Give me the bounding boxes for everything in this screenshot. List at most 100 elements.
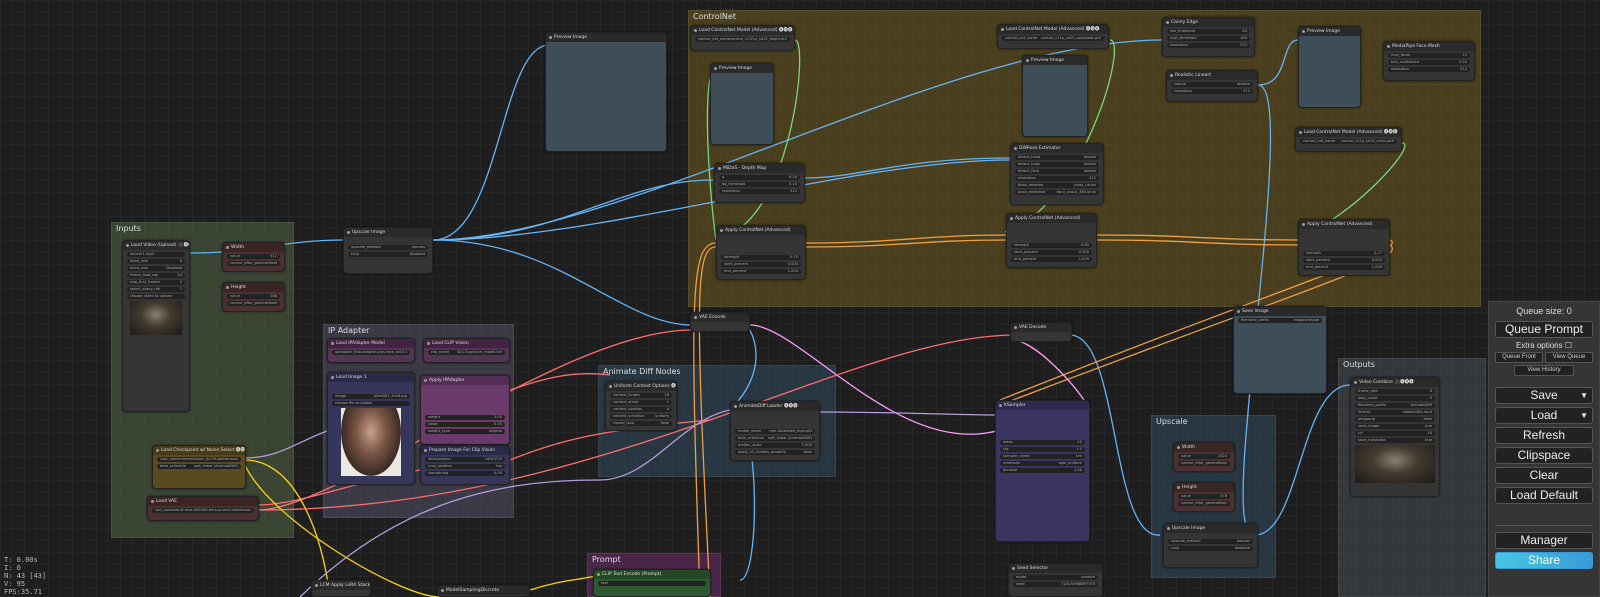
preview-depth-node[interactable]: Preview Image	[710, 63, 774, 145]
control-net-name-widget[interactable]: control_net_name control_v11p_sd15_openpo…	[1002, 36, 1104, 41]
load-button[interactable]: Load ▼	[1495, 407, 1593, 424]
pingpong-widget[interactable]: pingpong false	[1355, 417, 1435, 422]
context-stride-widget[interactable]: context_stride 1	[610, 400, 672, 405]
prepare-image-clip-node[interactable]: Prepare Image For Clip Vision interpolat…	[420, 445, 510, 485]
crop-position-widget[interactable]: crop_position top	[425, 464, 505, 469]
upload-video-button[interactable]: choose video to upload	[127, 294, 185, 299]
load-video-node[interactable]: Load Video (Upload) 🎥🅥🅗🅢 dancer1.mp4 for…	[122, 240, 190, 412]
comfy-menu-panel[interactable]: Queue size: 0 Queue Prompt Extra options…	[1488, 301, 1600, 597]
canny-edge-node[interactable]: Canny Edge low_threshold 64 high_threshol…	[1162, 17, 1255, 57]
resolution-widget[interactable]: resolution 512	[1167, 43, 1250, 48]
preview-canny-node[interactable]: Preview Image	[1298, 26, 1361, 108]
resolution-widget[interactable]: resolution 512	[1171, 89, 1253, 94]
dwpose-node[interactable]: DWPose Estimator detect_hand enable detec…	[1010, 143, 1104, 205]
control-net-name-widget[interactable]: control_net_name control_v11p_sd15_canny.…	[1300, 139, 1397, 144]
height-node[interactable]: Height value 288 control_after_generate fi…	[222, 282, 285, 312]
detect-body-widget[interactable]: detect_body enable	[1015, 162, 1099, 167]
noise-widget[interactable]: noise 0.33	[425, 422, 505, 427]
resolution-widget[interactable]: resolution 512	[719, 189, 800, 194]
load-image-node[interactable]: Load Image 1 image a0ee067_4x16.jpg choos…	[327, 372, 415, 485]
mode-widget[interactable]: mode random	[1013, 575, 1098, 580]
image-widget[interactable]: image a0ee067_4x16.jpg	[332, 394, 410, 399]
load-controlnet-canny-node[interactable]: Load ControlNet Model (Advanced) 🅐🅓🅔 con…	[1295, 127, 1402, 152]
filename-prefix-widget[interactable]: filename_prefix AnimateDiff	[1355, 403, 1435, 408]
min-confidence-widget[interactable]: min_confidence 0.50	[1388, 60, 1470, 65]
save-image-node[interactable]: Save Image filename_prefix images/image	[1233, 306, 1327, 394]
interpolation-widget[interactable]: interpolation LANCZOS	[425, 457, 505, 462]
text-widget[interactable]: text	[598, 581, 706, 586]
resolution-widget[interactable]: resolution 512	[1015, 176, 1099, 181]
ipadapter-file-widget[interactable]: ipadapter_file ip-adapter-plus-face_sd15.…	[332, 350, 410, 355]
max-faces-widget[interactable]: max_faces 10	[1388, 53, 1470, 58]
video-combine-node[interactable]: Video Combine 🎥🅥🅗🅢 frame_rate 8 loop_coun…	[1350, 377, 1440, 497]
checkpoint-node[interactable]: Load Checkpoint w/ Noise Select 🅐🅓🅔 ckpt…	[152, 445, 246, 489]
preview-image-node[interactable]: Preview Image	[545, 32, 667, 152]
pose-estimator-widget[interactable]: pose_estimator dw-ll_ucoco_384.onnx	[1015, 190, 1099, 195]
vae-name-widget[interactable]: vae_name vae-ft-mse-840000-ema-pruned.saf…	[152, 508, 254, 513]
upscale-image-node[interactable]: Upscale Image upscale_method lanczos crop…	[343, 227, 433, 274]
sharpening-widget[interactable]: sharpening 0.00	[425, 471, 505, 476]
chevron-down-icon[interactable]: ▼	[1580, 388, 1588, 403]
start-percent-widget[interactable]: start_percent 0.000	[721, 262, 801, 267]
load-vae-node[interactable]: Load VAE vae_name vae-ft-mse-840000-ema-p…	[147, 496, 259, 521]
start-percent-widget[interactable]: start_percent 0.000	[1011, 250, 1092, 255]
loop-count-widget[interactable]: loop_count 0	[1355, 396, 1435, 401]
upscale-width-node[interactable]: Width value 1024 control_after_generate fi…	[1173, 442, 1235, 472]
upload-image-button[interactable]: choose file to upload	[332, 401, 410, 406]
end-percent-widget[interactable]: end_percent 1.000	[1011, 257, 1092, 262]
seed-widget[interactable]: seed 713470968897793	[1013, 582, 1098, 587]
apply-controlnet-2-node[interactable]: Apply ControlNet (Advanced) strength 0.65…	[1006, 213, 1097, 268]
apply-ipadapter-node[interactable]: Apply IPAdapter weight 1.00 noise 0.33 wei…	[420, 375, 510, 445]
load-default-button[interactable]: Load Default	[1495, 487, 1593, 504]
control-after-generate-widget[interactable]: control_after_generate fixed	[227, 301, 280, 306]
load-clip-vision-node[interactable]: Load CLIP Vision clip_name SD1.5\pytorch_…	[423, 338, 510, 363]
strength-widget[interactable]: strength 0.17	[1303, 251, 1385, 256]
save-metadata-widget[interactable]: save_metadata true	[1355, 438, 1435, 443]
control-after-generate-widget[interactable]: control_after_generate fixed	[1178, 461, 1230, 466]
denoise-widget[interactable]: denoise 1.00	[1000, 468, 1085, 473]
skip-first-frames-widget[interactable]: skip_first_frames 0	[127, 280, 185, 285]
strength-widget[interactable]: strength 0.75	[721, 255, 801, 260]
control-after-generate-widget[interactable]: control_after_generate fixed	[1178, 501, 1230, 506]
coarse-widget[interactable]: coarse disable	[1171, 82, 1253, 87]
ksampler-node[interactable]: KSampler steps 15 cfg 1.5 sampler_name lcm …	[995, 400, 1090, 542]
format-widget[interactable]: format video/h264-mp4	[1355, 410, 1435, 415]
detect-hand-widget[interactable]: detect_hand enable	[1015, 155, 1099, 160]
value-widget[interactable]: value 1024	[1178, 454, 1230, 459]
sampler-name-widget[interactable]: sampler_name lcm	[1000, 454, 1085, 459]
start-percent-widget[interactable]: start_percent 0.000	[1303, 258, 1385, 263]
apply-controlnet-3-node[interactable]: Apply ControlNet (Advanced) strength 0.17…	[1298, 219, 1390, 276]
vae-decode-node[interactable]: VAE Decode	[1010, 322, 1072, 342]
select-every-nth-widget[interactable]: select_every_nth 1	[127, 287, 185, 292]
queue-prompt-button[interactable]: Queue Prompt	[1495, 321, 1593, 338]
vae-encode-node[interactable]: VAE Encode	[690, 312, 750, 332]
value-widget[interactable]: value 576	[1178, 494, 1230, 499]
ckpt-name-widget[interactable]: ckpt_name dreamshaper_8LCM.safetensors	[157, 457, 241, 462]
clear-button[interactable]: Clear	[1495, 467, 1593, 484]
context-schedule-widget[interactable]: context_schedule uniform	[610, 414, 672, 419]
end-percent-widget[interactable]: end_percent 1.000	[1303, 265, 1385, 270]
preview-pose-node[interactable]: Preview Image	[1022, 55, 1088, 137]
realistic-lineart-node[interactable]: Realistic Lineart coarse disable resoluti…	[1166, 70, 1258, 102]
low-threshold-widget[interactable]: low_threshold 64	[1167, 29, 1250, 34]
model-sampling-node[interactable]: ModelSamplingDiscrete	[437, 585, 530, 597]
context-overlap-widget[interactable]: context_overlap 4	[610, 407, 672, 412]
control-after-generate-widget[interactable]: control_after_generate fixed	[227, 261, 280, 266]
lora-stack-node[interactable]: LCM Apply LoRA Stack	[311, 580, 371, 597]
view-queue-button[interactable]: View Queue	[1545, 352, 1593, 363]
force-size-widget[interactable]: force_size Disabled	[127, 266, 185, 271]
force-rate-widget[interactable]: force_rate 8	[127, 259, 185, 264]
model-name-widget[interactable]: model_name mm-Stabilized_high.pth	[735, 429, 815, 434]
detect-face-widget[interactable]: detect_face enable	[1015, 169, 1099, 174]
apply-v2-models-widget[interactable]: apply_v2_models_properly false	[735, 450, 815, 455]
a-widget[interactable]: a 6.28	[719, 175, 800, 180]
weight-type-widget[interactable]: weight_type original	[425, 429, 505, 434]
save-button[interactable]: Save ▼	[1495, 387, 1593, 404]
chevron-down-icon[interactable]: ▼	[1580, 408, 1588, 423]
apply-controlnet-1-node[interactable]: Apply ControlNet (Advanced) strength 0.75…	[716, 225, 806, 280]
value-widget[interactable]: value 512	[227, 254, 280, 259]
filename-prefix-widget[interactable]: filename_prefix images/image	[1238, 318, 1322, 323]
crop-widget[interactable]: crop disabled	[348, 252, 428, 257]
closed-loop-widget[interactable]: closed_loop false	[610, 421, 672, 426]
midas-depth-node[interactable]: MiDaS - Depth Map a 6.28 bg_threshold 0.10…	[714, 163, 805, 203]
